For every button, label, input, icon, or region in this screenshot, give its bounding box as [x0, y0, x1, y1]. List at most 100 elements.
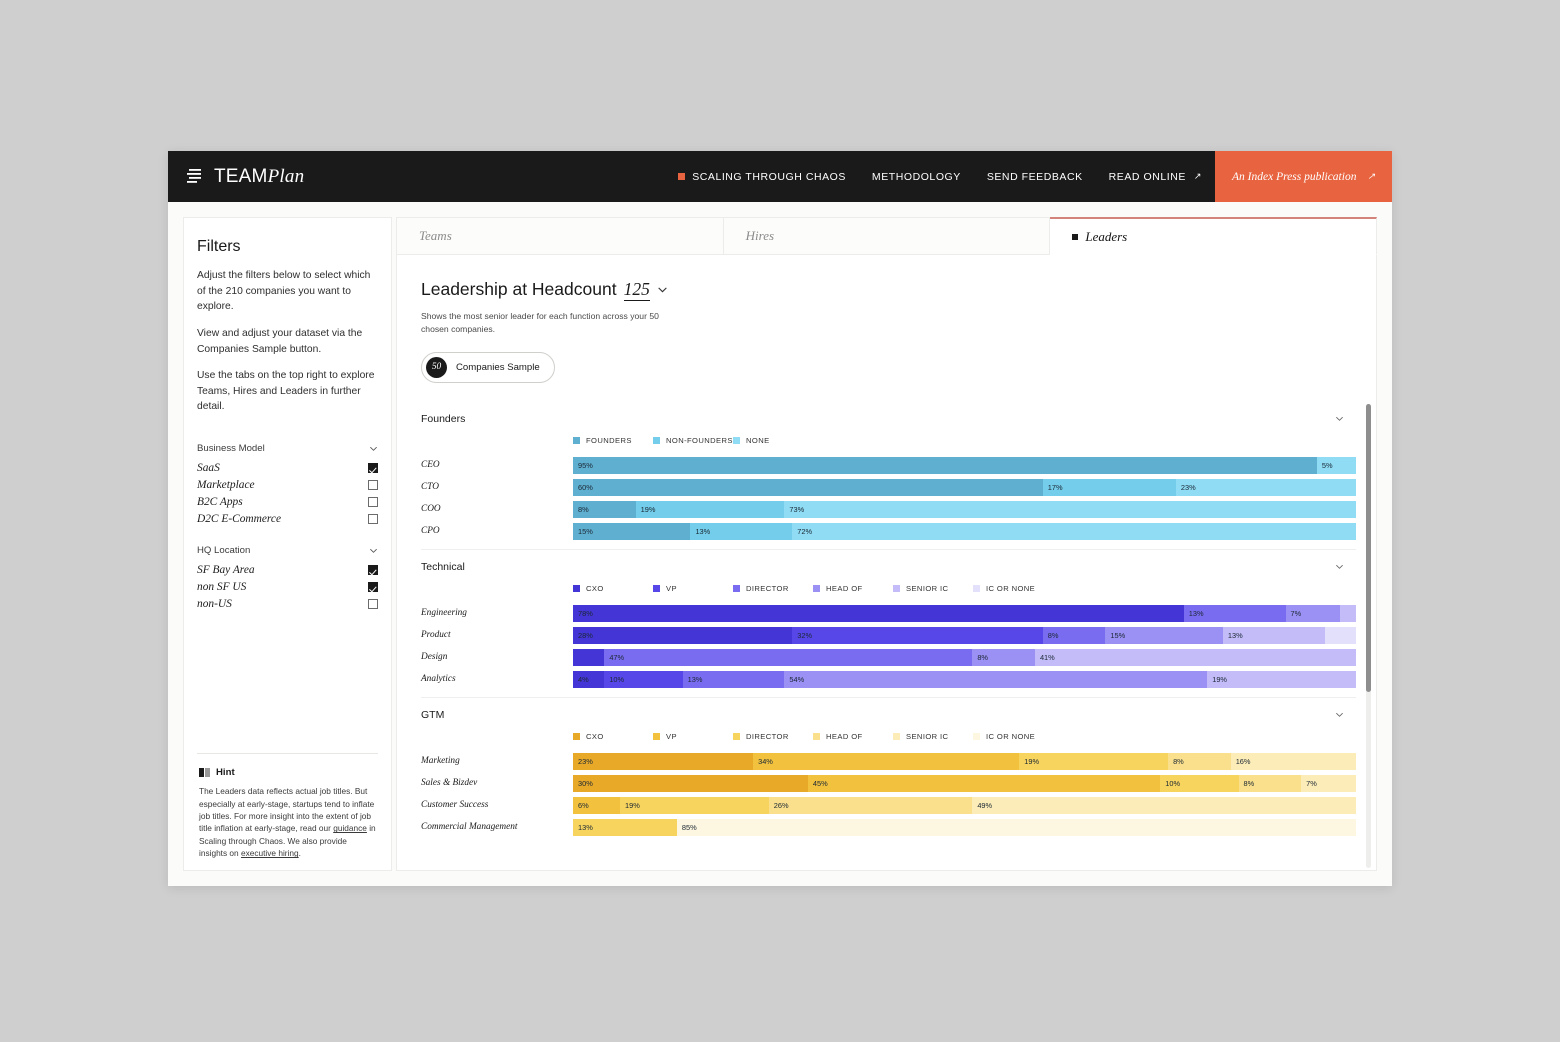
brand-logo[interactable]: TEAMPlan [168, 151, 304, 202]
headcount-value-selector[interactable]: 125 [623, 279, 650, 301]
bar-segment[interactable]: 8% [1168, 752, 1231, 770]
bar-segment[interactable]: 7% [1301, 774, 1356, 792]
bar-segment[interactable]: 10% [604, 670, 683, 688]
vertical-scrollbar[interactable] [1366, 403, 1371, 868]
section-header-founders[interactable]: Founders [421, 413, 1356, 425]
tab-hires[interactable]: Hires [723, 217, 1051, 255]
filter-option-saas[interactable]: SaaS [197, 460, 378, 477]
bar-segment[interactable]: 8% [573, 500, 636, 518]
bar-segment[interactable]: 26% [768, 796, 973, 814]
legend-item[interactable]: CXO [573, 732, 653, 741]
chevron-down-icon[interactable] [1335, 562, 1344, 571]
checkbox-sf-bay-area[interactable] [368, 565, 378, 576]
nav-item-read-online[interactable]: READ ONLINE ↗ [1096, 151, 1215, 202]
legend-item[interactable]: HEAD OF [813, 584, 893, 593]
bar-segment[interactable]: 13% [1183, 604, 1286, 622]
nav-item-methodology[interactable]: METHODOLOGY [859, 151, 974, 202]
legend-item[interactable]: VP [653, 584, 733, 593]
bar-segment[interactable]: 13% [690, 522, 793, 540]
bar-segment[interactable]: 15% [1105, 626, 1223, 644]
legend-item[interactable]: HEAD OF [813, 732, 893, 741]
bar-segment[interactable]: 4% [573, 670, 605, 688]
bar-segment[interactable]: 5% [1316, 456, 1356, 474]
bar-segment[interactable] [1340, 604, 1356, 622]
bar-segment[interactable]: 8% [1238, 774, 1302, 792]
checkbox-saas[interactable] [368, 463, 378, 474]
legend-item[interactable]: FOUNDERS [573, 436, 653, 445]
checkbox-non-us[interactable] [368, 599, 378, 610]
legend-item[interactable]: NON-FOUNDERS [653, 436, 733, 445]
bar-segment[interactable]: 10% [1160, 774, 1239, 792]
checkbox-d2c-ecommerce[interactable] [368, 514, 378, 525]
hint-link-executive-hiring[interactable]: executive hiring [241, 848, 299, 858]
legend-item[interactable]: DIRECTOR [733, 584, 813, 593]
filter-option-d2c-ecommerce[interactable]: D2C E-Commerce [197, 511, 378, 528]
legend-item[interactable]: DIRECTOR [733, 732, 813, 741]
index-press-publication-button[interactable]: An Index Press publication ↗ [1215, 151, 1392, 202]
checkbox-b2c-apps[interactable] [368, 497, 378, 508]
bar-segment[interactable]: 49% [972, 796, 1356, 814]
bar-segment[interactable]: 17% [1042, 478, 1176, 496]
bar-segment[interactable] [1324, 626, 1356, 644]
chevron-down-icon[interactable] [369, 546, 378, 555]
bar-segment[interactable]: 23% [573, 752, 754, 770]
bar-segment[interactable]: 7% [1285, 604, 1341, 622]
legend-item[interactable]: SENIOR IC [893, 732, 973, 741]
bar-segment[interactable]: 6% [573, 796, 620, 814]
bar-segment[interactable]: 60% [573, 478, 1043, 496]
bar-segment[interactable]: 19% [1019, 752, 1169, 770]
filter-option-non-us[interactable]: non-US [197, 596, 378, 613]
legend-item[interactable]: NONE [733, 436, 813, 445]
bar-segment[interactable]: 95% [573, 456, 1317, 474]
bar-segment[interactable]: 45% [807, 774, 1161, 792]
bar-segment[interactable]: 47% [604, 648, 973, 666]
legend-item[interactable]: VP [653, 732, 733, 741]
legend-item[interactable]: IC OR NONE [973, 732, 1053, 741]
bar-segment[interactable]: 34% [753, 752, 1020, 770]
filter-option-marketplace[interactable]: Marketplace [197, 477, 378, 494]
scrollbar-thumb[interactable] [1366, 403, 1371, 692]
tab-teams[interactable]: Teams [396, 217, 724, 255]
filter-option-b2c-apps[interactable]: B2C Apps [197, 494, 378, 511]
bar-segment[interactable]: 13% [682, 670, 785, 688]
bar-segment[interactable]: 85% [676, 818, 1356, 836]
checkbox-marketplace[interactable] [368, 480, 378, 491]
section-header-gtm[interactable]: GTM [421, 709, 1356, 721]
bar-segment[interactable]: 72% [792, 522, 1356, 540]
bar-segment[interactable]: 8% [972, 648, 1035, 666]
checkbox-non-sf-us[interactable] [368, 582, 378, 593]
companies-sample-button[interactable]: 50 Companies Sample [421, 351, 555, 383]
chevron-down-icon[interactable] [1335, 414, 1344, 423]
filter-option-sf-bay-area[interactable]: SF Bay Area [197, 562, 378, 579]
nav-item-send-feedback[interactable]: SEND FEEDBACK [974, 151, 1096, 202]
legend-item[interactable]: IC OR NONE [973, 584, 1053, 593]
bar-segment[interactable]: 8% [1042, 626, 1106, 644]
hint-link-guidance[interactable]: guidance [333, 823, 367, 833]
bar-segment[interactable]: 19% [1207, 670, 1356, 688]
chevron-down-icon[interactable] [1335, 710, 1344, 719]
bar-segment[interactable]: 15% [573, 522, 691, 540]
chevron-down-icon[interactable] [657, 284, 668, 295]
bar-segment[interactable]: 28% [573, 626, 793, 644]
filter-option-non-sf-us[interactable]: non SF US [197, 579, 378, 596]
bar-segment[interactable]: 19% [619, 796, 769, 814]
bar-segment[interactable]: 13% [1222, 626, 1325, 644]
bar-segment[interactable]: 16% [1230, 752, 1356, 770]
bar-segment[interactable]: 19% [635, 500, 785, 518]
filter-group-hq-location-header[interactable]: HQ Location [197, 545, 378, 556]
section-header-technical[interactable]: Technical [421, 561, 1356, 573]
bar-segment[interactable]: 23% [1175, 478, 1356, 496]
chevron-down-icon[interactable] [369, 444, 378, 453]
bar-segment[interactable]: 13% [573, 818, 677, 836]
filter-group-business-model-header[interactable]: Business Model [197, 443, 378, 454]
legend-item[interactable]: SENIOR IC [893, 584, 973, 593]
bar-segment[interactable]: 78% [573, 604, 1184, 622]
bar-segment[interactable]: 41% [1034, 648, 1356, 666]
bar-segment[interactable]: 54% [784, 670, 1208, 688]
hamburger-lines-icon[interactable] [187, 169, 203, 184]
bar-segment[interactable]: 30% [573, 774, 808, 792]
bar-segment[interactable] [573, 648, 605, 666]
legend-item[interactable]: CXO [573, 584, 653, 593]
bar-segment[interactable]: 73% [784, 500, 1356, 518]
tab-leaders[interactable]: Leaders [1050, 217, 1378, 255]
